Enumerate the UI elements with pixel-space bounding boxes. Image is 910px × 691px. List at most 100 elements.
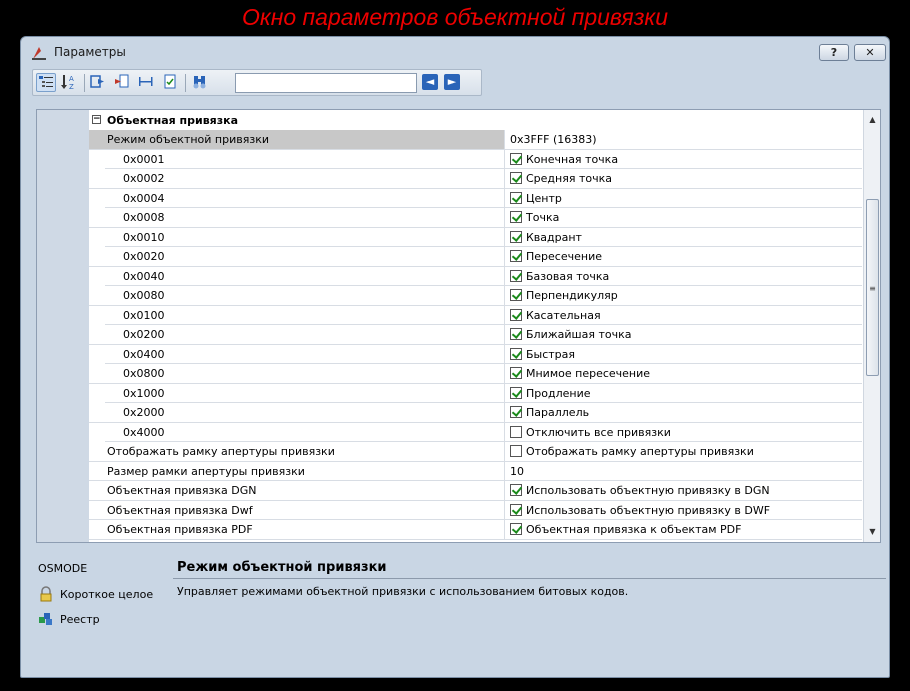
- property-value[interactable]: Отключить все привязки: [506, 423, 862, 442]
- checkbox-checked[interactable]: [510, 152, 522, 165]
- flag-row[interactable]: 0x0400 Быстрая: [89, 344, 862, 364]
- property-value-text: Точка: [526, 211, 560, 224]
- checkbox-checked[interactable]: [510, 289, 522, 301]
- property-row[interactable]: Размер рамки апертуры привязки 10: [89, 461, 862, 481]
- find-icon[interactable]: [191, 73, 211, 92]
- flag-row[interactable]: 0x0004 Центр: [89, 188, 862, 208]
- property-row[interactable]: Объектная привязка Dwf Использовать объек…: [89, 500, 862, 520]
- property-name: Режим объектной привязки: [89, 130, 505, 149]
- property-value[interactable]: Перпендикуляр: [506, 286, 862, 305]
- property-value[interactable]: Ближайшая точка: [506, 325, 862, 344]
- property-row[interactable]: Отображать рамку апертуры привязки Отобра…: [89, 442, 862, 462]
- flag-row[interactable]: 0x0040 Базовая точка: [89, 266, 862, 286]
- property-value[interactable]: Быстрая: [506, 345, 862, 364]
- variable-name: OSMODE: [38, 562, 88, 575]
- property-name: 0x0001: [89, 149, 505, 169]
- description-title: Режим объектной привязки: [177, 560, 387, 575]
- toolbar-separator: [84, 74, 85, 92]
- checkbox-checked[interactable]: [510, 503, 522, 516]
- flag-row[interactable]: 0x0010 Квадрант: [89, 227, 862, 247]
- alphabetical-view-icon[interactable]: AZ: [60, 73, 80, 92]
- property-name: 0x0002: [89, 169, 505, 188]
- property-name: 0x4000: [89, 422, 505, 442]
- property-value[interactable]: Квадрант: [506, 228, 862, 247]
- property-row-osmode[interactable]: −Режим объектной привязки0x3FFF (16383): [89, 130, 862, 150]
- checkbox-checked[interactable]: [510, 191, 522, 204]
- import-icon[interactable]: [113, 73, 133, 92]
- flag-row[interactable]: 0x0080 Перпендикуляр: [89, 286, 862, 306]
- checkbox-checked[interactable]: [510, 347, 522, 360]
- property-value[interactable]: Конечная точка: [506, 150, 862, 169]
- forward-arrow-icon[interactable]: ►: [444, 74, 460, 90]
- checkbox-checked[interactable]: [510, 250, 522, 262]
- property-value[interactable]: Базовая точка: [506, 267, 862, 286]
- checkbox-unchecked[interactable]: [510, 445, 522, 457]
- property-value[interactable]: Использовать объектную привязку в DGN: [506, 481, 862, 500]
- checkbox-checked[interactable]: [510, 269, 522, 282]
- property-value[interactable]: Центр: [506, 189, 862, 208]
- property-row[interactable]: Объектная привязка DGN Использовать объек…: [89, 481, 862, 501]
- property-value[interactable]: 10: [506, 462, 862, 481]
- checkbox-checked[interactable]: [510, 230, 522, 243]
- scroll-up-icon[interactable]: ▲: [864, 112, 880, 128]
- close-button[interactable]: ✕: [854, 44, 886, 61]
- property-value[interactable]: Использовать объектную привязку в DWF: [506, 501, 862, 520]
- export-icon[interactable]: [89, 73, 109, 92]
- flag-row[interactable]: 0x2000 Параллель: [89, 403, 862, 423]
- flag-row[interactable]: 0x4000 Отключить все привязки: [89, 422, 862, 442]
- property-value[interactable]: Параллель: [506, 403, 862, 422]
- flag-row[interactable]: 0x0800 Мнимое пересечение: [89, 364, 862, 384]
- property-value[interactable]: Мнимое пересечение: [506, 364, 862, 383]
- property-name: Размер рамки апертуры привязки: [89, 461, 505, 481]
- property-name-text: 0x0001: [123, 152, 165, 166]
- flag-row[interactable]: 0x0001 Конечная точка: [89, 149, 862, 169]
- categorized-view-icon[interactable]: [36, 73, 56, 92]
- property-name-text: Объектная привязка DGN: [107, 484, 257, 497]
- property-name-text: 0x2000: [123, 406, 165, 419]
- checkbox-checked[interactable]: [510, 328, 522, 340]
- flag-row[interactable]: 0x0002 Средняя точка: [89, 169, 862, 189]
- search-input[interactable]: [235, 73, 417, 93]
- property-value[interactable]: Средняя точка: [506, 169, 862, 188]
- options-window: Параметры ? ✕ AZ ◄ ► − Объектная привязк…: [20, 36, 890, 678]
- dimension-icon[interactable]: [137, 73, 157, 92]
- svg-text:A: A: [69, 75, 74, 83]
- app-icon: [32, 47, 46, 60]
- checkbox-checked[interactable]: [510, 484, 522, 496]
- flag-row[interactable]: 0x0100 Касательная: [89, 305, 862, 325]
- scroll-down-icon[interactable]: ▼: [864, 524, 880, 540]
- checkbox-checked[interactable]: [510, 367, 522, 379]
- property-value[interactable]: Пересечение: [506, 247, 862, 266]
- property-value[interactable]: Точка: [506, 208, 862, 227]
- checkbox-checked[interactable]: [510, 211, 522, 223]
- property-row[interactable]: Объектная привязка PDF Объектная привязка…: [89, 520, 862, 540]
- collapse-icon[interactable]: −: [92, 115, 101, 124]
- svg-text:Z: Z: [69, 83, 74, 90]
- checkbox-checked[interactable]: [510, 406, 522, 418]
- variable-type-label: Короткое целое: [60, 588, 154, 601]
- scroll-thumb[interactable]: ≡: [866, 199, 879, 376]
- checkbox-checked[interactable]: [510, 172, 522, 184]
- checkbox-checked[interactable]: [510, 386, 522, 399]
- help-button[interactable]: ?: [819, 44, 849, 61]
- checkbox-checked[interactable]: [510, 308, 522, 321]
- property-value[interactable]: Отображать рамку апертуры привязки: [506, 442, 862, 461]
- toolbar-separator: [185, 74, 186, 92]
- property-value-text: Касательная: [526, 308, 601, 322]
- back-arrow-icon[interactable]: ◄: [422, 74, 438, 90]
- vertical-scrollbar[interactable]: ▲ ≡ ▼: [863, 110, 880, 542]
- property-value[interactable]: Касательная: [506, 306, 862, 325]
- flag-row[interactable]: 0x0200 Ближайшая точка: [89, 325, 862, 345]
- property-value[interactable]: 0x3FFF (16383): [506, 130, 862, 149]
- property-name-text: 0x0010: [123, 230, 165, 244]
- property-value-text: Базовая точка: [526, 269, 610, 283]
- checkbox-unchecked[interactable]: [510, 425, 522, 438]
- checkbox-checked[interactable]: [510, 523, 522, 535]
- flag-row[interactable]: 0x0008 Точка: [89, 208, 862, 228]
- property-value[interactable]: Объектная привязка к объектам PDF: [506, 520, 862, 539]
- category-row[interactable]: − Объектная привязка: [89, 110, 862, 130]
- checklist-icon[interactable]: [161, 73, 181, 92]
- flag-row[interactable]: 0x1000 Продление: [89, 383, 862, 403]
- flag-row[interactable]: 0x0020 Пересечение: [89, 247, 862, 267]
- property-value[interactable]: Продление: [506, 384, 862, 403]
